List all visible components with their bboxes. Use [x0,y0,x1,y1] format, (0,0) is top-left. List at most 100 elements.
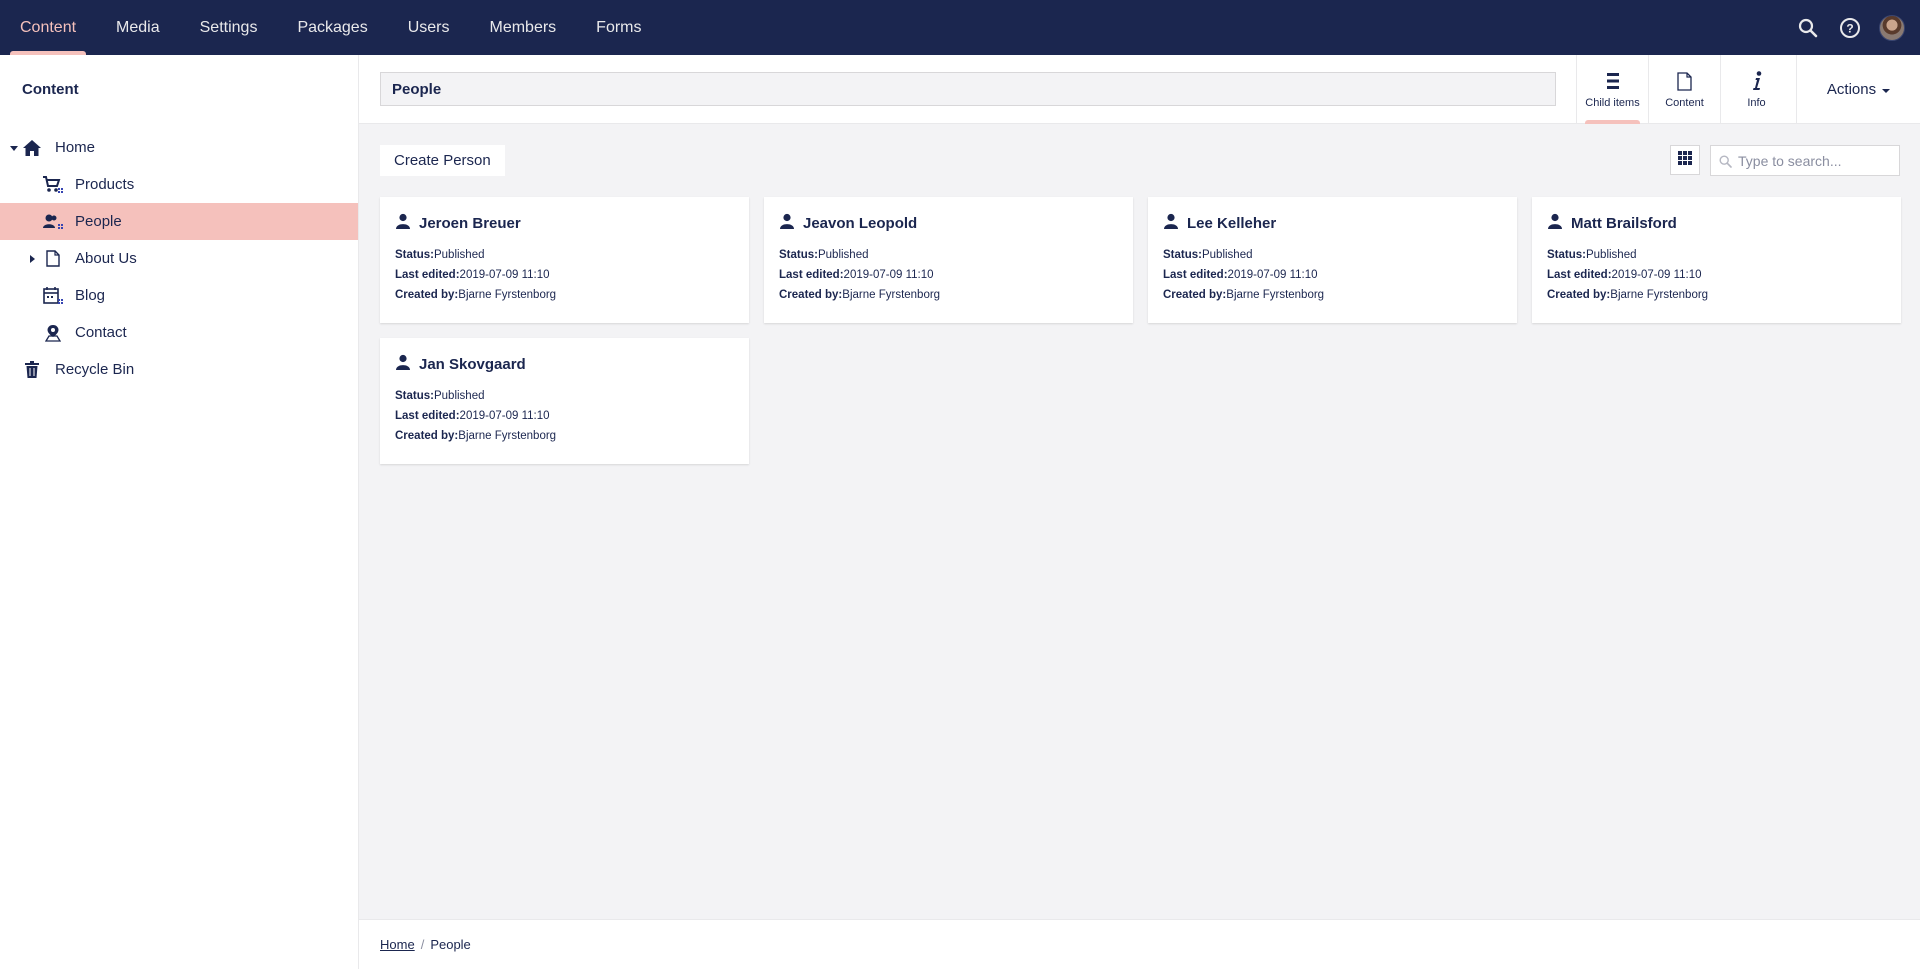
person-icon [1547,213,1563,233]
caret-right-icon[interactable] [27,254,37,264]
actions-label: Actions [1826,81,1877,98]
tab-users[interactable]: Users [388,0,470,55]
card-last-edited: Last edited:2019-07-09 11:10 [395,410,550,422]
tree-item-home[interactable]: Home [0,129,358,166]
app-info[interactable]: Info [1720,55,1792,124]
person-card[interactable]: Lee Kelleher Status:Published Last edite… [1148,197,1517,323]
card-last-edited: Last edited:2019-07-09 11:10 [1163,269,1318,281]
person-card[interactable]: Jeavon Leopold Status:Published Last edi… [764,197,1133,323]
card-last-edited: Last edited:2019-07-09 11:10 [395,269,550,281]
breadcrumb: Home / People [380,937,471,952]
tree-item-about-us[interactable]: About Us [0,240,358,277]
card-name: Jeavon Leopold [803,214,918,232]
sidebar-title: Content [22,81,79,98]
app-label: Child items [1585,97,1640,109]
person-card[interactable]: Jan Skovgaard Status:Published Last edit… [380,338,749,464]
info-icon [1751,70,1763,92]
tree-item-label: Home [55,139,96,156]
card-name: Matt Brailsford [1571,214,1677,232]
app-label: Info [1747,97,1766,109]
meta-value: Published [1585,249,1637,261]
content-tree: Home Products People About Us Blog Conta… [0,129,358,388]
person-card[interactable]: Jeroen Breuer Status:Published Last edit… [380,197,749,323]
card-created-by: Created by:Bjarne Fyrstenborg [395,289,556,301]
tree-item-label: Contact [75,324,127,341]
tab-packages[interactable]: Packages [277,0,387,55]
caret-down-icon[interactable] [9,143,19,153]
breadcrumb-current: People [430,937,471,952]
card-title: Jeavon Leopold [779,213,917,233]
create-person-button[interactable]: Create Person [380,145,505,176]
trash-icon [22,360,42,380]
card-status: Status:Published [395,249,485,261]
top-right-tools: ? [1794,0,1906,55]
meta-label: Last edited: [1547,269,1612,281]
card-status: Status:Published [779,249,869,261]
tab-label: Packages [297,18,368,36]
section-nav: Content Media Settings Packages Users Me… [0,0,662,55]
avatar [1879,14,1905,41]
tab-content[interactable]: Content [0,0,96,55]
app-child-items[interactable]: Child items [1576,55,1648,124]
card-name: Jeroen Breuer [419,214,521,232]
calendar-icon [43,286,63,306]
map-pin-icon [43,323,63,343]
card-title: Jeroen Breuer [395,213,521,233]
search-input[interactable] [1738,146,1896,175]
meta-value: Bjarne Fyrstenborg [1610,289,1709,301]
card-title: Jan Skovgaard [395,354,526,374]
list-icon [1606,70,1620,92]
user-avatar[interactable] [1878,14,1906,42]
document-icon [1677,70,1692,92]
tree-item-recycle-bin[interactable]: Recycle Bin [0,351,358,388]
content-tree-sidebar: Content Home Products People About Us Bl… [0,55,359,969]
editor-header: Child items Content Info Actions [359,55,1920,124]
tab-label: Forms [596,18,642,36]
meta-value: Bjarne Fyrstenborg [458,430,557,442]
meta-value: 2019-07-09 11:10 [843,269,934,281]
search-icon [1719,155,1732,173]
card-last-edited: Last edited:2019-07-09 11:10 [779,269,934,281]
tab-members[interactable]: Members [469,0,576,55]
tab-media[interactable]: Media [96,0,180,55]
meta-label: Last edited: [395,269,460,281]
app-content[interactable]: Content [1648,55,1720,124]
meta-label: Created by: [779,289,843,301]
tab-forms[interactable]: Forms [576,0,661,55]
meta-value: Published [1201,249,1253,261]
tab-settings[interactable]: Settings [180,0,278,55]
search-icon[interactable] [1794,14,1822,42]
person-icon [779,213,795,233]
breadcrumb-home-link[interactable]: Home [380,937,415,952]
meta-label: Created by: [395,430,459,442]
svg-text:?: ? [1846,21,1853,35]
meta-value: Bjarne Fyrstenborg [1226,289,1325,301]
grid-view-toggle[interactable] [1670,145,1700,175]
person-icon [395,213,411,233]
tree-item-label: People [75,213,122,230]
person-card[interactable]: Matt Brailsford Status:Published Last ed… [1532,197,1901,323]
help-icon[interactable]: ? [1836,14,1864,42]
actions-dropdown[interactable]: Actions [1796,55,1920,124]
meta-label: Created by: [1547,289,1611,301]
tree-item-label: About Us [75,250,137,267]
tree-item-label: Recycle Bin [55,361,135,378]
tree-item-contact[interactable]: Contact [0,314,358,351]
chevron-down-icon [1882,88,1891,93]
tree-item-products[interactable]: Products [0,166,358,203]
meta-label: Last edited: [395,410,460,422]
person-icon [1163,213,1179,233]
grid-icon [1678,150,1692,170]
card-title: Lee Kelleher [1163,213,1276,233]
meta-label: Status: [779,249,818,261]
card-status: Status:Published [395,390,485,402]
node-name-input[interactable] [380,72,1556,106]
tab-label: Media [116,18,160,36]
tree-item-blog[interactable]: Blog [0,277,358,314]
card-status: Status:Published [1547,249,1637,261]
card-title: Matt Brailsford [1547,213,1677,233]
card-status: Status:Published [1163,249,1253,261]
tree-item-people[interactable]: People [0,203,358,240]
meta-value: Published [817,249,869,261]
tab-label: Settings [199,18,258,36]
